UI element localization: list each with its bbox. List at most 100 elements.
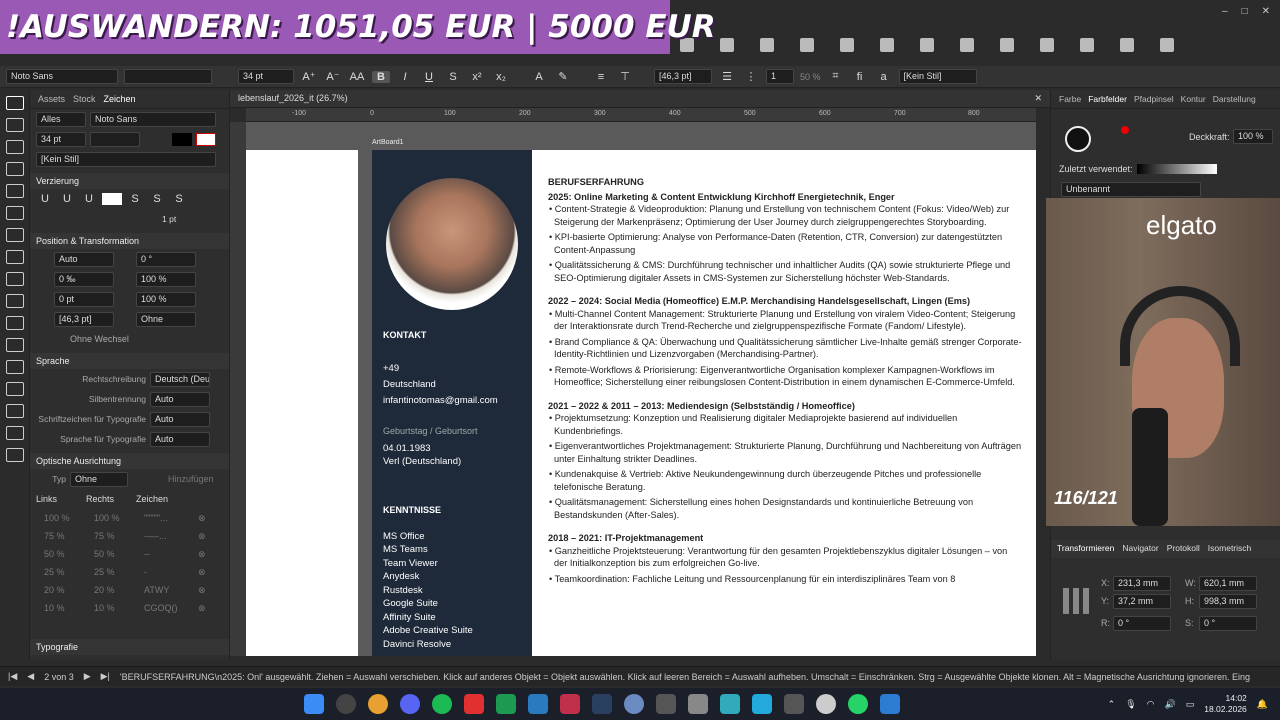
chatgpt-icon[interactable] bbox=[816, 694, 836, 714]
frame-text-tool-icon[interactable] bbox=[5, 316, 24, 330]
notification-icon[interactable]: 🔔 bbox=[1257, 699, 1268, 710]
recent-swatches[interactable] bbox=[1137, 164, 1217, 174]
remove-icon[interactable]: ⊗ bbox=[198, 567, 206, 578]
next-page-icon[interactable]: ▶ bbox=[84, 671, 91, 682]
deco-strike-3-button[interactable]: S bbox=[170, 193, 188, 205]
tab-swatches[interactable]: Farbfelder bbox=[1088, 94, 1127, 104]
move-tool-icon[interactable] bbox=[5, 96, 24, 110]
column-field[interactable]: 1 bbox=[766, 69, 794, 84]
section-decoration[interactable]: Verzierung bbox=[30, 173, 229, 189]
anchor-grid-icon[interactable] bbox=[1063, 588, 1089, 614]
italic-button[interactable]: I bbox=[396, 71, 414, 83]
lang-select-4[interactable]: Auto bbox=[150, 431, 210, 447]
section-position[interactable]: Position & Transformation bbox=[30, 233, 229, 249]
app-icon[interactable] bbox=[784, 694, 804, 714]
artboard-tool-icon[interactable] bbox=[5, 118, 24, 132]
pos-field-4a[interactable]: [46,3 pt] bbox=[54, 311, 114, 327]
section-language[interactable]: Sprache bbox=[30, 353, 229, 369]
tab-isometric[interactable]: Isometrisch bbox=[1208, 543, 1251, 555]
close-icon[interactable]: ✕ bbox=[1262, 6, 1270, 17]
shrink-font-icon[interactable]: A⁻ bbox=[324, 70, 342, 83]
table-tool-icon[interactable] bbox=[5, 382, 24, 396]
grow-font-icon[interactable]: A⁺ bbox=[300, 70, 318, 83]
pos-field-2a[interactable]: 0 ‰ bbox=[54, 271, 114, 287]
first-page-icon[interactable]: |◀ bbox=[8, 671, 17, 682]
lang-select-1[interactable]: Deutsch (Deu bbox=[150, 371, 210, 387]
app-icon[interactable] bbox=[656, 694, 676, 714]
layer-icon[interactable] bbox=[1120, 38, 1134, 52]
table-row[interactable]: 10 % 10 % CGOQ() ⊗ bbox=[30, 599, 229, 617]
flip-icon[interactable] bbox=[1000, 38, 1014, 52]
pos-field-3a[interactable]: 0 pt bbox=[54, 291, 114, 307]
deco-color-swatch[interactable] bbox=[102, 193, 122, 205]
cv-main[interactable]: BERUFSERFAHRUNG 2025: Online Marketing &… bbox=[532, 150, 1036, 656]
section-optical[interactable]: Optische Ausrichtung bbox=[30, 453, 229, 469]
palette-select[interactable]: Unbenannt bbox=[1061, 182, 1201, 197]
pos-field-1a[interactable]: Auto bbox=[54, 251, 114, 267]
settings-icon[interactable] bbox=[1160, 38, 1174, 52]
transform-rotation-field[interactable]: 0 ° bbox=[1113, 616, 1171, 631]
paragraph-align-icon[interactable]: ≡ bbox=[592, 71, 610, 83]
remove-icon[interactable]: ⊗ bbox=[198, 585, 206, 596]
remove-icon[interactable]: ⊗ bbox=[198, 531, 206, 542]
transform-shear-field[interactable]: 0 ° bbox=[1199, 616, 1257, 631]
gradient-tool-icon[interactable] bbox=[5, 272, 24, 286]
font-size-field[interactable]: 34 pt bbox=[238, 69, 294, 84]
text-style-select[interactable]: [Kein Stil] bbox=[898, 69, 977, 84]
mask-icon[interactable] bbox=[1080, 38, 1094, 52]
remove-icon[interactable]: ⊗ bbox=[198, 549, 206, 560]
deco-underline-2-button[interactable]: U bbox=[80, 193, 98, 205]
table-row[interactable]: 75 % 75 % -—-... ⊗ bbox=[30, 527, 229, 545]
volume-icon[interactable]: 🔊 bbox=[1165, 699, 1176, 710]
document-tab[interactable]: lebenslauf_2026_it (26.7%) ✕ bbox=[230, 90, 1050, 108]
tab-navigator[interactable]: Navigator bbox=[1122, 543, 1158, 555]
eyedropper-tool-icon[interactable] bbox=[5, 426, 24, 440]
tab-color[interactable]: Farbe bbox=[1059, 94, 1081, 104]
pencil-tool-icon[interactable] bbox=[5, 228, 24, 242]
tab-stock[interactable]: Stock bbox=[73, 94, 96, 104]
caps-icon[interactable]: AA bbox=[348, 71, 366, 83]
pen-tool-icon[interactable] bbox=[5, 206, 24, 220]
prev-page-icon[interactable]: ◀ bbox=[27, 671, 34, 682]
strike-button[interactable]: S bbox=[444, 71, 462, 83]
ligature-icon[interactable]: fi bbox=[851, 71, 869, 83]
boolean-icon[interactable] bbox=[1040, 38, 1054, 52]
app-icon[interactable] bbox=[720, 694, 740, 714]
deco-strike-button[interactable]: S bbox=[126, 193, 144, 205]
pos-field-1b[interactable]: 0 ° bbox=[136, 251, 196, 267]
affinity-publisher-icon[interactable] bbox=[560, 694, 580, 714]
tab-appearance[interactable]: Darstellung bbox=[1213, 94, 1256, 104]
text-color-icon[interactable]: A bbox=[530, 71, 548, 83]
app-icon[interactable] bbox=[752, 694, 772, 714]
fill-swatch[interactable] bbox=[172, 132, 192, 146]
image-tool-icon[interactable] bbox=[5, 360, 24, 374]
mic-icon[interactable]: 🎙 bbox=[1125, 699, 1136, 710]
union-icon[interactable] bbox=[800, 38, 814, 52]
font-select[interactable]: Noto Sans bbox=[6, 69, 118, 84]
snapping-icon[interactable] bbox=[920, 38, 934, 52]
transform-x-field[interactable]: 231,3 mm bbox=[1113, 576, 1171, 591]
panel-style-select[interactable] bbox=[90, 131, 140, 147]
tab-character[interactable]: Zeichen bbox=[104, 94, 136, 104]
affinity-icon[interactable] bbox=[496, 694, 516, 714]
clock[interactable]: 14:02 18.02.2026 bbox=[1204, 693, 1247, 715]
group-icon[interactable] bbox=[760, 38, 774, 52]
transform-w-field[interactable]: 620,1 mm bbox=[1199, 576, 1257, 591]
crop-tool-icon[interactable] bbox=[5, 162, 24, 176]
panel-font-select[interactable]: Noto Sans bbox=[90, 111, 216, 127]
frame-icon[interactable]: ⌗ bbox=[827, 70, 845, 83]
optical-type-select[interactable]: Ohne bbox=[70, 471, 128, 487]
transform-h-field[interactable]: 998,3 mm bbox=[1199, 594, 1257, 609]
table-row[interactable]: 20 % 20 % ATWY ⊗ bbox=[30, 581, 229, 599]
wifi-icon[interactable]: ◠ bbox=[1147, 699, 1155, 710]
fill-circle[interactable] bbox=[1065, 126, 1091, 152]
tab-brushes[interactable]: Pfadpinsel bbox=[1134, 94, 1174, 104]
cv-sidebar[interactable]: KONTAKT +49 Deutschland infantinotomas@g… bbox=[372, 150, 532, 656]
shape-tool-icon[interactable] bbox=[5, 294, 24, 308]
tab-transform[interactable]: Transformieren bbox=[1057, 543, 1114, 555]
close-doc-icon[interactable]: ✕ bbox=[1034, 93, 1042, 104]
zoom-tool-icon[interactable] bbox=[5, 404, 24, 418]
node-tool-icon[interactable] bbox=[5, 140, 24, 154]
table-row[interactable]: 100 % 100 % """""... ⊗ bbox=[30, 509, 229, 527]
subtract-icon[interactable] bbox=[840, 38, 854, 52]
